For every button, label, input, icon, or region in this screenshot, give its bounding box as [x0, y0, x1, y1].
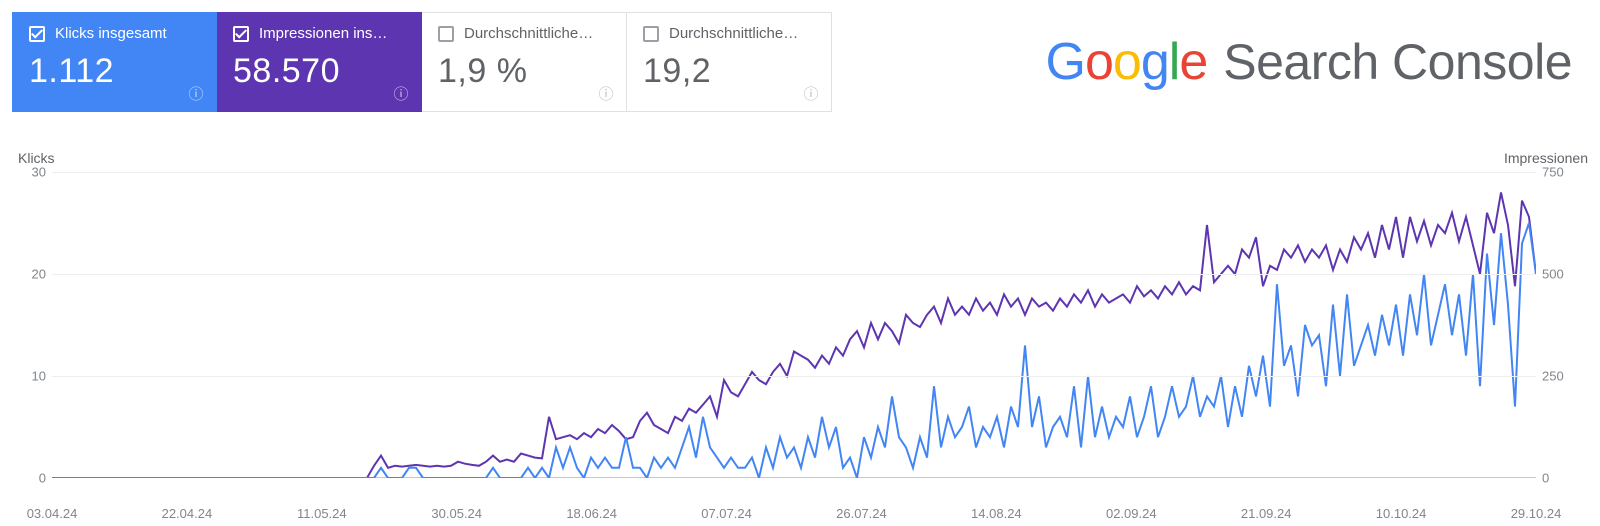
y-tick-right: 500 [1542, 267, 1576, 282]
metric-card-clicks[interactable]: Klicks insgesamt 1.112 ⓘ [12, 12, 217, 112]
x-tick: 02.09.24 [1106, 506, 1157, 521]
performance-chart: Klicks Impressionen 01020300250500750 03… [12, 150, 1588, 512]
help-icon[interactable]: ⓘ [391, 83, 411, 103]
metric-label: Durchschnittliche… [669, 25, 798, 42]
x-tick: 22.04.24 [162, 506, 213, 521]
metric-value: 1.112 [29, 52, 200, 91]
checkbox-icon [29, 26, 45, 42]
metric-label: Durchschnittliche… [464, 25, 593, 42]
x-tick: 18.06.24 [566, 506, 617, 521]
metric-value: 58.570 [233, 52, 405, 91]
x-tick: 30.05.24 [431, 506, 482, 521]
checkbox-icon [233, 26, 249, 42]
x-tick: 21.09.24 [1241, 506, 1292, 521]
x-tick: 03.04.24 [27, 506, 78, 521]
plot-area[interactable]: 01020300250500750 [52, 172, 1536, 478]
metric-value: 19,2 [643, 52, 815, 91]
metric-label: Impressionen ins… [259, 25, 387, 42]
x-tick: 10.10.24 [1376, 506, 1427, 521]
help-icon[interactable]: ⓘ [801, 83, 821, 103]
google-word: Google [1046, 32, 1208, 92]
metric-label: Klicks insgesamt [55, 25, 167, 42]
y-tick-left: 20 [22, 267, 46, 282]
google-search-console-logo: Google Search Console [1046, 32, 1572, 92]
y-tick-right: 750 [1542, 165, 1576, 180]
y-tick-left: 30 [22, 165, 46, 180]
checkbox-icon [643, 26, 659, 42]
x-tick: 29.10.24 [1511, 506, 1562, 521]
chart-lines [52, 172, 1536, 478]
help-icon[interactable]: ⓘ [186, 83, 206, 103]
search-console-word: Search Console [1223, 33, 1572, 91]
metric-card-ctr[interactable]: Durchschnittliche… 1,9 % ⓘ [422, 12, 627, 112]
x-tick: 07.07.24 [701, 506, 752, 521]
x-tick: 11.05.24 [297, 506, 347, 521]
help-icon[interactable]: ⓘ [596, 83, 616, 103]
checkbox-icon [438, 26, 454, 42]
x-tick: 14.08.24 [971, 506, 1022, 521]
y-tick-right: 250 [1542, 369, 1576, 384]
metric-value: 1,9 % [438, 52, 610, 91]
y-tick-left: 10 [22, 369, 46, 384]
metric-card-position[interactable]: Durchschnittliche… 19,2 ⓘ [627, 12, 832, 112]
metric-card-impressions[interactable]: Impressionen ins… 58.570 ⓘ [217, 12, 422, 112]
y-tick-left: 0 [22, 471, 46, 486]
y-tick-right: 0 [1542, 471, 1576, 486]
x-tick: 26.07.24 [836, 506, 887, 521]
